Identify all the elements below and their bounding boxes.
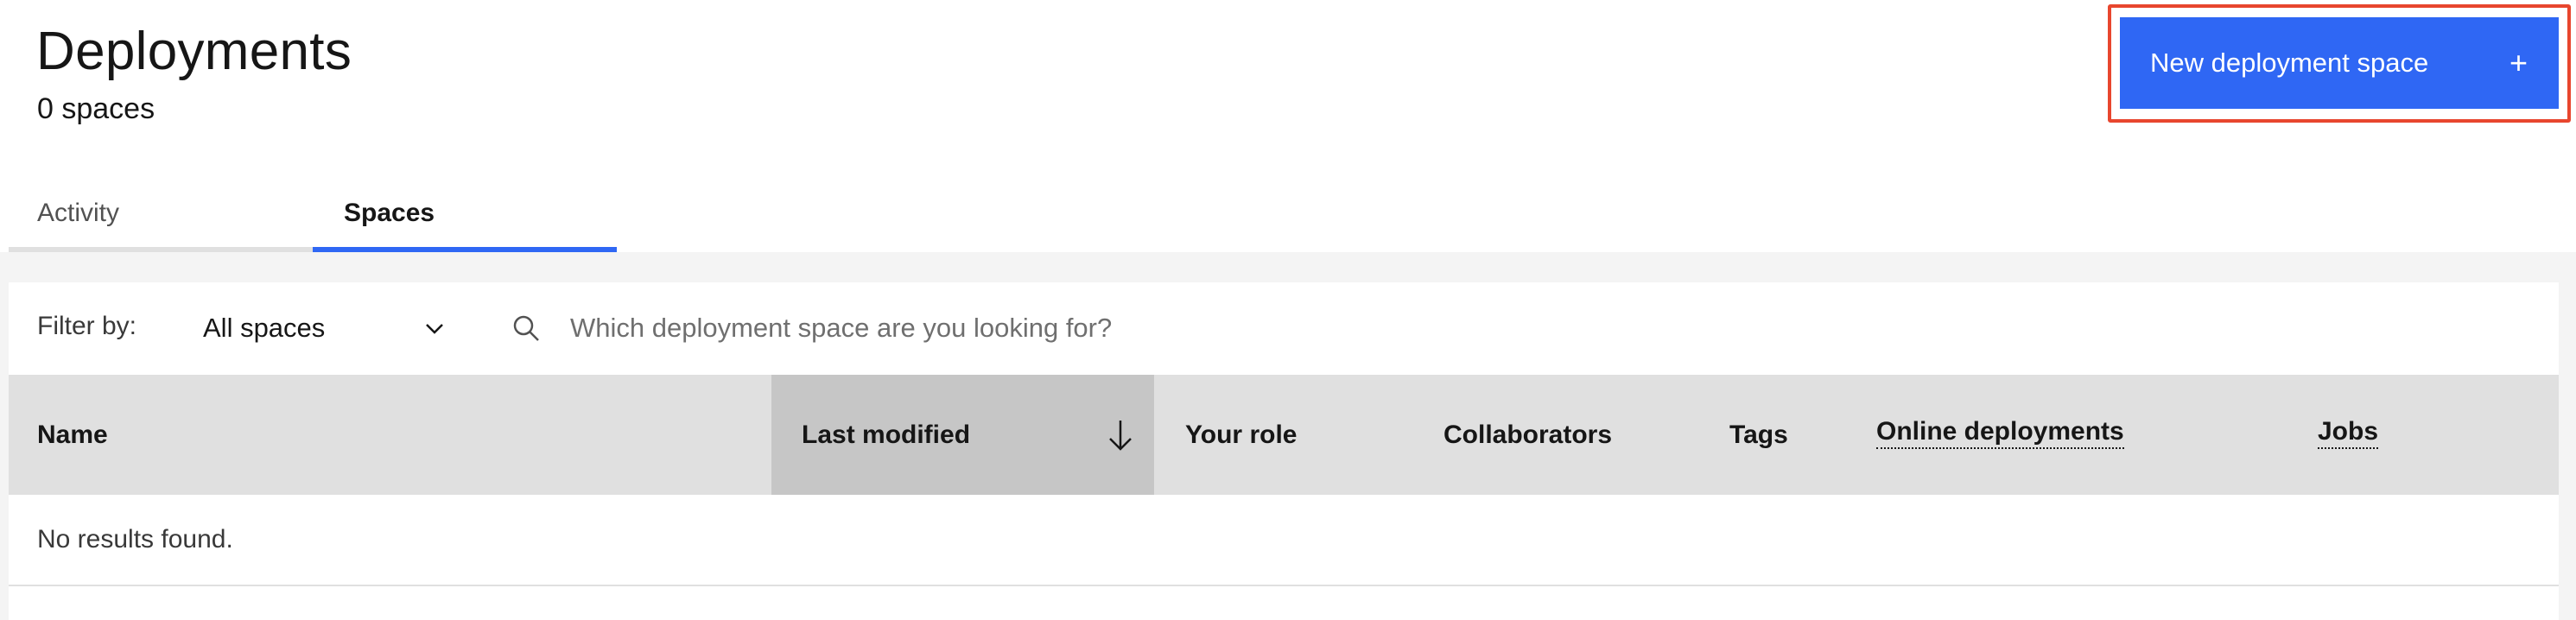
- column-header-tags[interactable]: Tags: [1729, 375, 1788, 495]
- column-header-your-role[interactable]: Your role: [1185, 375, 1297, 495]
- arrow-down-icon: [1109, 421, 1132, 451]
- spaces-table-panel: Filter by: All spaces Name Last modified…: [9, 282, 2559, 620]
- tab-spaces-label: Spaces: [344, 199, 435, 227]
- new-deployment-space-label: New deployment space: [2150, 47, 2429, 78]
- filter-label: Filter by:: [37, 312, 137, 340]
- chevron-down-icon: [426, 324, 443, 334]
- column-header-name[interactable]: Name: [37, 375, 108, 495]
- tab-activity[interactable]: Activity: [9, 180, 313, 252]
- space-count: 0 spaces: [37, 92, 155, 125]
- column-header-last-modified[interactable]: Last modified: [771, 375, 1154, 495]
- table-toolbar: Filter by: All spaces: [9, 282, 2559, 375]
- filter-dropdown-value: All spaces: [203, 313, 326, 343]
- search-input[interactable]: [570, 303, 1866, 353]
- column-header-last-modified-label: Last modified: [802, 420, 971, 449]
- empty-state-row: No results found.: [9, 495, 2559, 586]
- empty-state-message: No results found.: [37, 525, 233, 554]
- column-header-collaborators[interactable]: Collaborators: [1443, 375, 1612, 495]
- table-header: Name Last modified Your role Collaborato…: [9, 375, 2559, 495]
- filter-dropdown[interactable]: All spaces: [203, 303, 454, 353]
- tab-bar: Activity Spaces: [0, 180, 2576, 252]
- tab-activity-label: Activity: [37, 199, 120, 227]
- new-deployment-space-button[interactable]: New deployment space +: [2120, 17, 2559, 109]
- column-header-online-deployments[interactable]: Online deployments: [1876, 416, 2124, 449]
- plus-icon: +: [2509, 45, 2528, 80]
- page-title: Deployments: [36, 22, 352, 81]
- column-header-jobs[interactable]: Jobs: [2318, 416, 2379, 449]
- search-icon: [513, 315, 539, 341]
- tab-spaces[interactable]: Spaces: [313, 180, 617, 252]
